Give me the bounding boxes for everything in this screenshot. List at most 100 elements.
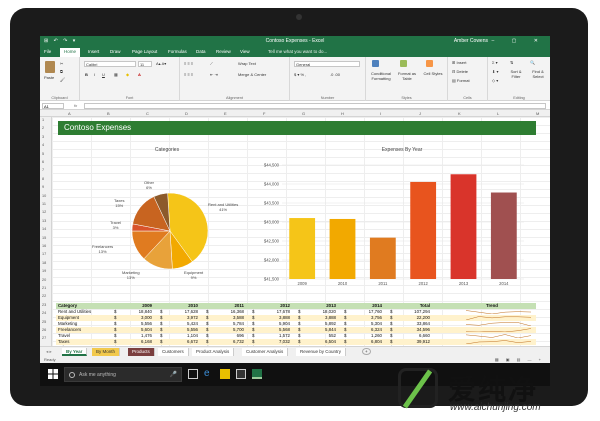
- user-name[interactable]: Amber Cowens: [454, 38, 488, 44]
- file-explorer-icon[interactable]: [220, 369, 230, 379]
- add-sheet-button[interactable]: +: [362, 348, 371, 355]
- sheet-tab-by-month[interactable]: By Month: [92, 348, 121, 356]
- column-header[interactable]: J: [419, 111, 421, 116]
- microphone-icon[interactable]: 🎤: [170, 371, 177, 378]
- column-header[interactable]: A: [68, 111, 71, 116]
- column-header[interactable]: K: [458, 111, 461, 116]
- row-header[interactable]: 19: [42, 269, 46, 273]
- task-view-icon[interactable]: [188, 369, 198, 379]
- tab-home[interactable]: Home: [60, 48, 81, 57]
- row-header[interactable]: 27: [42, 336, 46, 340]
- borders-icon[interactable]: ▦: [114, 72, 118, 77]
- row-header[interactable]: 6: [42, 160, 44, 164]
- row-header[interactable]: 20: [42, 278, 46, 282]
- bar[interactable]: [450, 174, 477, 279]
- row-header[interactable]: 22: [42, 294, 46, 298]
- cut-icon[interactable]: ✂: [60, 61, 63, 66]
- row-header[interactable]: 25: [42, 320, 46, 324]
- sheet-tab-by-year[interactable]: By Year: [62, 348, 88, 356]
- conditional-formatting-icon[interactable]: [372, 60, 380, 67]
- row-header[interactable]: 16: [42, 244, 46, 248]
- paste-button[interactable]: [45, 61, 56, 73]
- conditional-formatting-button[interactable]: Conditional Formatting: [368, 71, 394, 81]
- row-header[interactable]: 9: [42, 185, 44, 189]
- format-as-table-icon[interactable]: [400, 60, 408, 67]
- windows-start-icon[interactable]: [48, 369, 58, 379]
- bar[interactable]: [289, 218, 316, 279]
- store-icon[interactable]: [236, 369, 246, 379]
- sheet-tab-customer-analysis[interactable]: Customer Analysis: [242, 348, 289, 356]
- worksheet[interactable]: Contoso Expenses Categories Rent and Uti…: [52, 117, 550, 357]
- row-header[interactable]: 2: [42, 126, 44, 130]
- tab-view[interactable]: View: [240, 49, 250, 54]
- excel-taskbar-icon[interactable]: [252, 369, 262, 379]
- tab-data[interactable]: Data: [196, 49, 206, 54]
- decimal-icon[interactable]: .0 .00: [330, 72, 340, 77]
- row-header[interactable]: 13: [42, 219, 46, 223]
- window-controls[interactable]: – ▢ ✕: [492, 38, 546, 44]
- column-header[interactable]: M: [536, 111, 539, 116]
- row-header[interactable]: 24: [42, 311, 46, 315]
- fill-icon[interactable]: ⬇ ▾: [492, 69, 498, 74]
- row-header[interactable]: 11: [42, 202, 46, 206]
- sheet-tab-customers[interactable]: Customers: [158, 348, 189, 356]
- bar[interactable]: [329, 218, 356, 279]
- column-header[interactable]: D: [185, 111, 188, 116]
- find-select-icon[interactable]: 🔍: [530, 60, 535, 65]
- cell-styles-icon[interactable]: [426, 60, 434, 67]
- tab-formulas[interactable]: Formulas: [168, 49, 187, 54]
- bar[interactable]: [369, 237, 396, 279]
- tab-draw[interactable]: Draw: [110, 49, 121, 54]
- clear-icon[interactable]: ◇ ▾: [492, 78, 498, 83]
- font-name-select[interactable]: Calibri: [84, 61, 136, 67]
- tab-page-layout[interactable]: Page Layout: [132, 49, 157, 54]
- row-header[interactable]: 1: [42, 118, 44, 122]
- row-header[interactable]: 18: [42, 261, 46, 265]
- edge-icon[interactable]: e: [204, 369, 214, 379]
- column-header[interactable]: I: [380, 111, 381, 116]
- delete-cells-button[interactable]: ⊟ Delete: [452, 69, 468, 74]
- fill-color-icon[interactable]: ◆: [126, 72, 129, 77]
- row-header[interactable]: 8: [42, 177, 44, 181]
- row-header[interactable]: 14: [42, 227, 46, 231]
- row-header[interactable]: 17: [42, 252, 46, 256]
- row-header[interactable]: 3: [42, 135, 44, 139]
- format-as-table-button[interactable]: Format as Table: [396, 71, 418, 81]
- formula-input[interactable]: [84, 103, 546, 109]
- wrap-text-button[interactable]: Wrap Text: [238, 61, 256, 66]
- format-painter-icon[interactable]: 🖌: [60, 77, 65, 82]
- row-header[interactable]: 12: [42, 210, 46, 214]
- bar[interactable]: [490, 192, 517, 279]
- sort-filter-icon[interactable]: ⇅: [510, 60, 513, 65]
- bar[interactable]: [410, 181, 437, 279]
- merge-center-button[interactable]: Merge & Center: [238, 72, 266, 77]
- copy-icon[interactable]: ⧉: [60, 69, 63, 74]
- cell-styles-button[interactable]: Cell Styles: [422, 71, 444, 76]
- sort-filter-button[interactable]: Sort & Filter: [506, 69, 526, 79]
- insert-cells-button[interactable]: ⊞ Insert: [452, 60, 466, 65]
- align-left-icon[interactable]: ≡ ≡ ≡: [184, 72, 193, 77]
- tell-me-search[interactable]: Tell me what you want to do...: [268, 49, 327, 54]
- name-box[interactable]: A1: [42, 103, 64, 109]
- underline-button[interactable]: U: [102, 72, 105, 77]
- format-cells-button[interactable]: ▤ Format: [452, 78, 470, 83]
- orientation-icon[interactable]: ⟋: [210, 61, 213, 66]
- column-header[interactable]: H: [341, 111, 344, 116]
- bold-button[interactable]: B: [85, 72, 88, 77]
- row-header[interactable]: 26: [42, 328, 46, 332]
- fx-icon[interactable]: fx: [74, 103, 77, 108]
- column-header[interactable]: B: [107, 111, 110, 116]
- sheet-tab-revenue-by-country[interactable]: Revenue by Country: [296, 348, 347, 356]
- taskbar-search[interactable]: Ask me anything 🎤: [64, 367, 182, 382]
- row-header[interactable]: 7: [42, 168, 44, 172]
- view-controls[interactable]: ▦ ▣ ▤ — +: [495, 357, 544, 362]
- column-header[interactable]: E: [224, 111, 227, 116]
- row-header[interactable]: 15: [42, 236, 46, 240]
- column-header[interactable]: F: [263, 111, 265, 116]
- grow-font-icon[interactable]: A▴ A▾: [156, 61, 166, 66]
- align-top-icon[interactable]: ≡ ≡ ≡: [184, 61, 193, 66]
- row-header[interactable]: 23: [42, 303, 46, 307]
- sheet-tab-products[interactable]: Products: [128, 348, 155, 356]
- row-header[interactable]: 4: [42, 143, 44, 147]
- indent-icon[interactable]: ⇤ ⇥: [210, 72, 218, 77]
